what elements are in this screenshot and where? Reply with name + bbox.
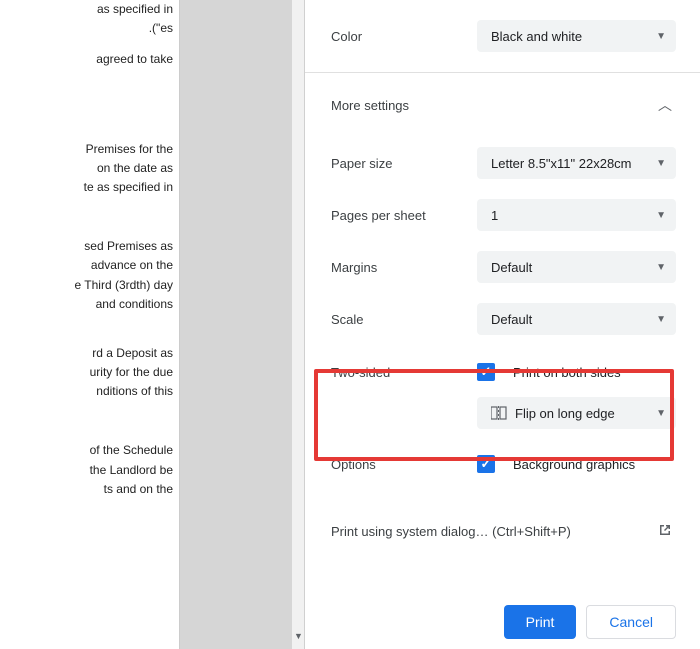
color-dropdown[interactable]: Black and white ▼ [477, 20, 676, 52]
two-sided-label: Two-sided [331, 365, 477, 380]
more-settings-label: More settings [331, 98, 409, 113]
two-sided-checkbox[interactable]: ✓ [477, 363, 495, 381]
document-preview: as specified ines"). agreed to take Prem… [0, 0, 180, 649]
pages-per-sheet-value: 1 [491, 208, 498, 223]
options-label: Options [331, 457, 477, 472]
chevron-up-icon: ︿ [658, 95, 672, 115]
paper-size-dropdown[interactable]: Letter 8.5"x11" 22x28cm ▼ [477, 147, 676, 179]
chevron-down-icon: ▼ [656, 314, 666, 325]
flip-dropdown[interactable]: Flip on long edge ▼ [477, 397, 676, 429]
system-dialog-text: Print using system dialog… [331, 524, 489, 539]
flip-icon [491, 406, 507, 420]
margins-label: Margins [331, 260, 477, 275]
chevron-down-icon: ▼ [656, 408, 666, 419]
scale-value: Default [491, 312, 532, 327]
preview-scrollbar[interactable] [292, 0, 304, 649]
scale-dropdown[interactable]: Default ▼ [477, 303, 676, 335]
chevron-down-icon: ▼ [656, 158, 666, 169]
external-link-icon [658, 523, 672, 540]
flip-value: Flip on long edge [515, 406, 615, 421]
more-settings-toggle[interactable]: More settings ︿ [305, 73, 700, 137]
two-sided-check-label: Print on both sides [513, 365, 621, 380]
system-dialog-shortcut: (Ctrl+Shift+P) [492, 524, 571, 539]
paper-size-label: Paper size [331, 156, 477, 171]
paper-size-value: Letter 8.5"x11" 22x28cm [491, 156, 632, 171]
background-graphics-checkbox[interactable]: ✓ [477, 455, 495, 473]
system-dialog-link[interactable]: Print using system dialog… (Ctrl+Shift+P… [305, 503, 700, 560]
scroll-down-icon[interactable]: ▼ [294, 631, 303, 641]
pages-per-sheet-dropdown[interactable]: 1 ▼ [477, 199, 676, 231]
chevron-down-icon: ▼ [656, 210, 666, 221]
color-label: Color [331, 29, 477, 44]
preview-gutter [180, 0, 300, 649]
scale-label: Scale [331, 312, 477, 327]
print-button[interactable]: Print [504, 605, 577, 639]
chevron-down-icon: ▼ [656, 262, 666, 273]
pages-per-sheet-label: Pages per sheet [331, 208, 477, 223]
color-value: Black and white [491, 29, 582, 44]
chevron-down-icon: ▼ [656, 31, 666, 42]
cancel-button[interactable]: Cancel [586, 605, 676, 639]
margins-value: Default [491, 260, 532, 275]
margins-dropdown[interactable]: Default ▼ [477, 251, 676, 283]
background-graphics-label: Background graphics [513, 457, 635, 472]
print-settings-panel: Color Black and white ▼ More settings ︿ … [304, 0, 700, 649]
